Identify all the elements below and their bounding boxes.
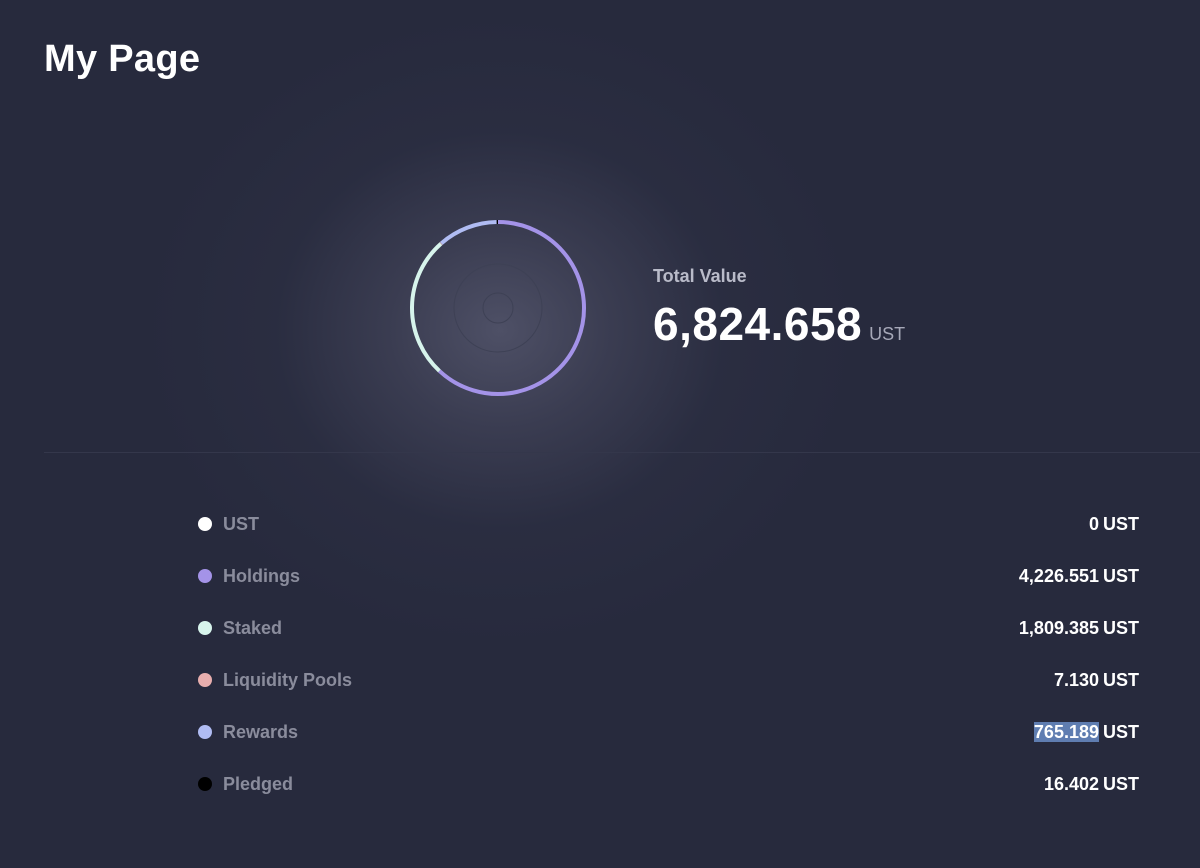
donut-inner-ring [453,263,543,353]
legend-value-ust: 0 UST [1089,514,1139,535]
legend-label-pledged: Pledged [223,773,294,794]
page-title: My Page [44,38,201,80]
total-value-row: 6,824.658 UST [653,297,905,351]
legend-label-rewards: Rewards [223,721,299,742]
total-value-unit: UST [869,324,906,344]
legend-row-ust: UST 0 UST [196,498,1139,550]
donut-slice-staked [410,242,443,373]
legend-dot-liquidity-pools [198,673,212,687]
legend-label-liquidity-pools: Liquidity Pools [223,669,352,690]
total-value-block: Total Value 6,824.658 UST [653,266,905,351]
legend-row-holdings: Holdings 4,226.551 UST [196,550,1139,602]
legend-label-ust: UST [223,513,259,534]
total-value-amount: 6,824.658 [653,298,863,350]
legend-row-pledged: Pledged 16.402 UST [196,758,1139,810]
legend-unit-liquidity-pools: UST [1103,669,1139,690]
legend-dot-staked [198,621,212,635]
legend-value-liquidity-pools: 7.130 UST [1054,670,1139,691]
legend-unit-pledged: UST [1103,773,1139,794]
legend-amount-liquidity-pools[interactable]: 7.130 [1054,670,1099,690]
total-value-label: Total Value [653,266,747,286]
legend-amount-pledged[interactable]: 16.402 [1044,774,1099,794]
legend-row-staked: Staked 1,809.385 UST [196,602,1139,654]
legend-amount-staked[interactable]: 1,809.385 [1019,618,1099,638]
legend-dot-holdings [198,569,212,583]
legend-dot-ust [198,517,212,531]
legend-unit-staked: UST [1103,617,1139,638]
donut-center-ring [482,292,514,324]
donut-slice-rewards [440,220,497,245]
legend-dot-pledged [198,777,212,791]
legend-unit-rewards: UST [1103,721,1139,742]
legend-amount-ust[interactable]: 0 [1089,514,1099,534]
legend-row-rewards: Rewards 765.189 UST [196,706,1139,758]
legend-unit-ust: UST [1103,513,1139,534]
legend-row-liquidity-pools: Liquidity Pools 7.130 UST [196,654,1139,706]
legend-value-staked: 1,809.385 UST [1019,618,1139,639]
portfolio-legend: UST 0 UST Holdings 4,226.551 UST Staked 1,… [196,498,1139,810]
section-divider [44,452,1200,453]
legend-label-staked: Staked [223,617,283,638]
donut-slice-holdings [438,220,586,396]
legend-value-holdings: 4,226.551 UST [1019,566,1139,587]
legend-amount-rewards[interactable]: 765.189 [1033,721,1099,742]
my-page: My Page Total Value 6,824.658 UST UST 0U… [0,0,1200,868]
legend-value-pledged: 16.402 UST [1044,774,1139,795]
legend-amount-holdings[interactable]: 4,226.551 [1019,566,1099,586]
portfolio-donut-chart [410,220,586,396]
donut-segments [410,220,586,396]
legend-unit-holdings: UST [1103,565,1139,586]
legend-label-holdings: Holdings [223,565,300,586]
legend-dot-rewards [198,725,212,739]
legend-value-rewards: 765.189 UST [1033,721,1139,743]
